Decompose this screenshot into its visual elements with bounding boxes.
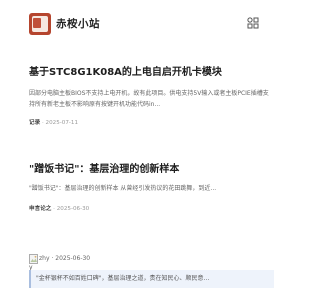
comment-header: zhy · 2025-06-30 bbox=[29, 252, 274, 270]
grid-menu-icon[interactable] bbox=[247, 17, 259, 29]
site-header: 赤桉小站 bbox=[0, 0, 300, 48]
comment-date: · 2025-06-30 bbox=[51, 255, 91, 262]
post-title[interactable]: 基于STC8G1K08A的上电自启开机卡模块 bbox=[29, 66, 274, 79]
post-excerpt: 因部分电脑主板BIOS不支持上电开机，故有此项目。供电支持5V输入或者主板PCI… bbox=[29, 90, 269, 108]
comment-quote[interactable]: "金杯银杯不如百姓口碑"，基层治理之道，贵在知民心、顺民意... bbox=[29, 270, 274, 288]
site-title[interactable]: 赤桉小站 bbox=[56, 16, 100, 31]
post-card: "蹭饭书记"：基层治理的创新样本 "蹭饭书记"：基层治理的创新样本 从曾经引发热… bbox=[29, 163, 274, 212]
logo-glyph bbox=[33, 18, 41, 28]
post-author[interactable]: 记录 bbox=[29, 120, 40, 126]
post-meta: 记录 · 2025-07-11 bbox=[29, 118, 274, 126]
site-logo-icon[interactable] bbox=[29, 13, 51, 35]
post-author[interactable]: 申言论之 bbox=[29, 206, 51, 212]
post-date: · 2025-06-30 bbox=[53, 206, 90, 212]
post-excerpt: "蹭饭书记"：基层治理的创新样本 从曾经引发热议的花田跳舞，到近... bbox=[29, 185, 217, 192]
post-title[interactable]: "蹭饭书记"：基层治理的创新样本 bbox=[29, 163, 274, 176]
comment-author[interactable]: zhy bbox=[39, 255, 50, 262]
post-meta: 申言论之 · 2025-06-30 bbox=[29, 204, 274, 212]
comment-meta: zhy · 2025-06-30 bbox=[39, 255, 90, 262]
comment-quote-text: "金杯银杯不如百姓口碑"，基层治理之道，贵在知民心、顺民意... bbox=[36, 275, 210, 282]
post-card: 基于STC8G1K08A的上电自启开机卡模块 因部分电脑主板BIOS不支持上电开… bbox=[29, 66, 274, 126]
post-date: · 2025-07-11 bbox=[41, 120, 79, 126]
